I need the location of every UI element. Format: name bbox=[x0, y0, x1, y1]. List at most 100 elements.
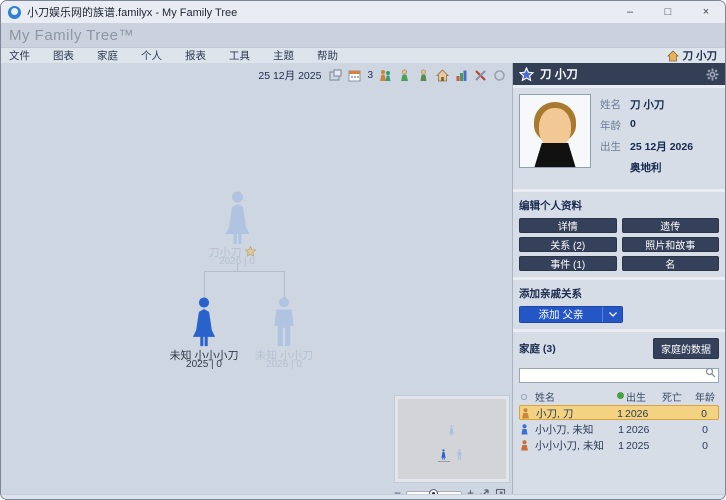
living-status-icon bbox=[613, 391, 626, 402]
popout-date-icon[interactable] bbox=[329, 69, 342, 82]
menu-themes[interactable]: 主题 bbox=[273, 48, 294, 63]
zoom-controls: − + bbox=[394, 487, 506, 494]
brand-header: My Family Tree™ bbox=[1, 23, 725, 48]
connector-horizontal bbox=[204, 271, 285, 272]
maximize-button[interactable]: □ bbox=[649, 1, 687, 23]
family-row-selected[interactable]: 小刀, 刀 1 2026 0 bbox=[519, 405, 719, 420]
relationships-button[interactable]: 关系 (2) bbox=[519, 237, 617, 252]
field-value-birth: 25 12月 2026 bbox=[630, 139, 693, 154]
zoom-out-button[interactable]: − bbox=[394, 487, 401, 494]
menu-file[interactable]: 文件 bbox=[9, 48, 30, 63]
minimize-button[interactable]: – bbox=[611, 1, 649, 23]
family-section: 家庭 (3) 家庭的数据 姓名 出生 死亡 年 bbox=[513, 332, 725, 494]
family-icon[interactable] bbox=[379, 69, 392, 82]
menu-charts[interactable]: 图表 bbox=[53, 48, 74, 63]
tree-person-left-child[interactable] bbox=[187, 297, 221, 347]
father-icon[interactable] bbox=[417, 69, 430, 82]
field-label-name: 姓名 bbox=[600, 97, 630, 112]
family-row[interactable]: 小小刀, 未知 1 2026 0 bbox=[519, 422, 719, 436]
favorite-star-icon[interactable] bbox=[519, 67, 534, 82]
add-relative-dropdown[interactable] bbox=[602, 307, 622, 322]
person-header: 刀 小刀 bbox=[513, 63, 725, 85]
zoom-slider-handle[interactable] bbox=[429, 489, 438, 495]
minimap-label-mark bbox=[438, 461, 450, 462]
add-relative-section: 添加亲戚关系 添加 父亲 bbox=[513, 280, 725, 329]
tree-left-child-info: 2025 | 0 bbox=[159, 359, 249, 370]
app-window: 小刀娱乐网的族谱.familyx - My Family Tree – □ × … bbox=[0, 0, 726, 500]
edit-profile-section: 编辑个人资料 详情 遗传 关系 (2) 照片和故事 事件 (1) 名 bbox=[513, 192, 725, 277]
events-button[interactable]: 事件 (1) bbox=[519, 256, 617, 271]
profile-photo[interactable] bbox=[519, 94, 591, 168]
calendar-icon[interactable] bbox=[348, 69, 361, 82]
person-icon bbox=[520, 440, 535, 451]
menu-help[interactable]: 帮助 bbox=[317, 48, 338, 63]
genetics-button[interactable]: 遗传 bbox=[622, 218, 720, 233]
minimap-view bbox=[398, 399, 506, 479]
zoom-slider[interactable] bbox=[406, 491, 462, 495]
minimap-left-figure bbox=[440, 449, 447, 460]
family-row[interactable]: 小小小刀, 未知 1 2025 0 bbox=[519, 438, 719, 452]
mother-icon[interactable] bbox=[398, 69, 411, 82]
minimap-panel[interactable] bbox=[394, 395, 510, 483]
connector-left-down bbox=[204, 271, 205, 298]
home-person-name: 刀 小刀 bbox=[683, 48, 717, 63]
home-chart-icon[interactable] bbox=[436, 69, 449, 82]
fit-page-icon[interactable] bbox=[495, 488, 506, 495]
add-father-button[interactable]: 添加 父亲 bbox=[520, 307, 602, 322]
tree-right-child-info: 2026 | 0 bbox=[239, 359, 329, 370]
brand-title: My Family Tree™ bbox=[9, 27, 134, 44]
record-icon[interactable] bbox=[493, 69, 506, 82]
photos-stories-button[interactable]: 照片和故事 bbox=[622, 237, 720, 252]
current-date: 25 12月 2025 bbox=[258, 68, 321, 83]
minimap-right-figure bbox=[456, 449, 463, 460]
person-name-title: 刀 小刀 bbox=[540, 66, 700, 82]
sort-icon bbox=[520, 393, 535, 401]
menu-tools[interactable]: 工具 bbox=[229, 48, 250, 63]
chevron-down-icon bbox=[609, 312, 617, 317]
family-search-input[interactable] bbox=[519, 368, 719, 383]
col-death: 死亡 bbox=[662, 389, 692, 404]
family-data-button[interactable]: 家庭的数据 bbox=[653, 338, 719, 359]
col-birth: 出生 bbox=[626, 389, 662, 404]
details-button[interactable]: 详情 bbox=[519, 218, 617, 233]
connector-right-down bbox=[284, 271, 285, 298]
menu-person[interactable]: 个人 bbox=[141, 48, 162, 63]
tree-canvas[interactable]: 25 12月 2025 3 bbox=[1, 63, 513, 494]
person-icon bbox=[520, 424, 535, 435]
edit-section-title: 编辑个人资料 bbox=[519, 198, 719, 213]
home-icon bbox=[667, 50, 679, 62]
field-label-age: 年龄 bbox=[600, 118, 630, 133]
person-sidebar: 刀 小刀 姓名刀 小刀 年龄0 出生25 12月 2026 奥地利 bbox=[513, 63, 725, 494]
canvas-toolbar: 25 12月 2025 3 bbox=[258, 68, 506, 83]
names-button[interactable]: 名 bbox=[622, 256, 720, 271]
window-bottom-edge bbox=[1, 494, 725, 499]
avatar-torso bbox=[522, 143, 588, 168]
field-value-age: 0 bbox=[630, 118, 636, 133]
tree-person-right-child[interactable] bbox=[268, 297, 300, 347]
family-section-title: 家庭 (3) bbox=[519, 341, 653, 356]
field-label-birth: 出生 bbox=[600, 139, 630, 154]
tree-root-info: 2026 | 0 bbox=[192, 256, 282, 267]
field-value-name: 刀 小刀 bbox=[630, 97, 664, 112]
add-section-title: 添加亲戚关系 bbox=[519, 286, 719, 301]
field-value-birthplace: 奥地利 bbox=[630, 160, 662, 175]
menubar: 文件 图表 家庭 个人 报表 工具 主题 帮助 刀 小刀 bbox=[1, 48, 725, 63]
gear-icon[interactable] bbox=[706, 68, 719, 81]
zoom-in-button[interactable]: + bbox=[467, 487, 474, 494]
menu-reports[interactable]: 报表 bbox=[185, 48, 206, 63]
avatar-face bbox=[539, 108, 571, 148]
profile-card: 姓名刀 小刀 年龄0 出生25 12月 2026 奥地利 bbox=[513, 88, 725, 189]
menu-family[interactable]: 家庭 bbox=[97, 48, 118, 63]
family-table-header[interactable]: 姓名 出生 死亡 年龄 bbox=[519, 389, 719, 403]
app-logo-icon bbox=[8, 6, 21, 19]
home-person-shortcut[interactable]: 刀 小刀 bbox=[667, 48, 717, 63]
tools-icon[interactable] bbox=[474, 69, 487, 82]
tree-person-root[interactable] bbox=[220, 191, 255, 245]
add-father-split-button[interactable]: 添加 父亲 bbox=[519, 306, 623, 323]
titlebar: 小刀娱乐网的族谱.familyx - My Family Tree – □ × bbox=[1, 1, 725, 23]
statistics-icon[interactable] bbox=[455, 69, 468, 82]
fit-to-window-icon[interactable] bbox=[479, 488, 490, 495]
close-button[interactable]: × bbox=[687, 1, 725, 23]
col-age: 年龄 bbox=[692, 389, 718, 404]
person-icon bbox=[521, 408, 536, 419]
